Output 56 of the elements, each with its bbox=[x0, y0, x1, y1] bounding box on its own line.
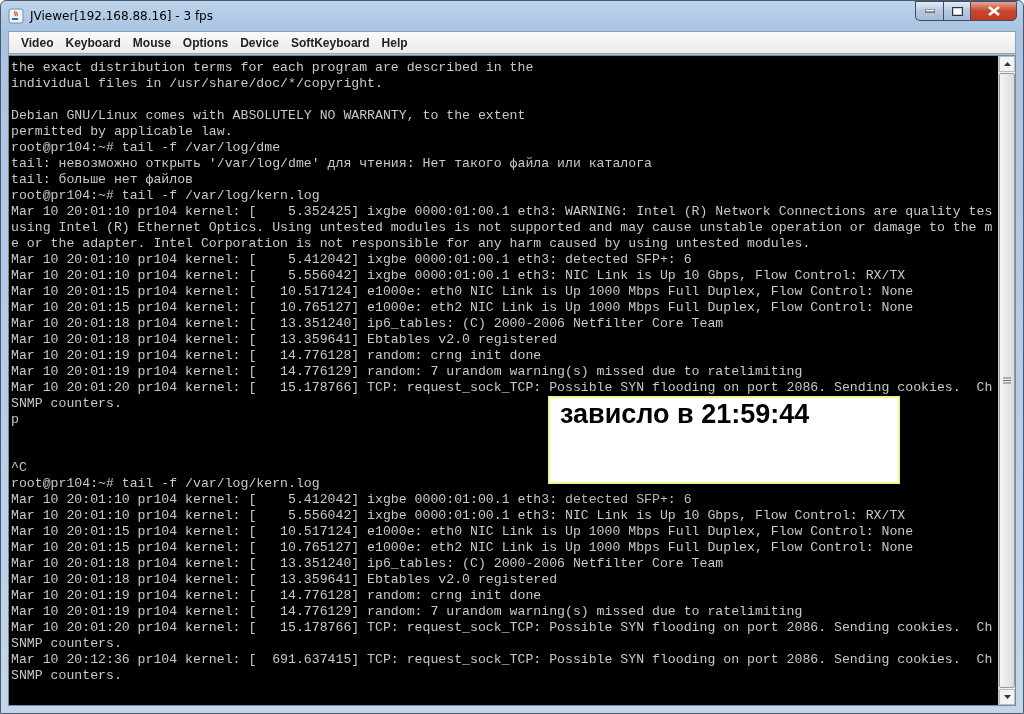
up-arrow-icon bbox=[1003, 62, 1011, 66]
terminal-line: Mar 10 20:01:19 pr104 kernel: [ 14.776128] random: crng init done bbox=[11, 348, 542, 363]
terminal-line: Mar 10 20:01:19 pr104 kernel: [ 14.776129] random: 7 urandom warning(s) missed due to ratelimiting bbox=[11, 364, 803, 379]
terminal-line: tail: больше нет файлов bbox=[11, 172, 194, 187]
terminal-line: permitted by applicable law. bbox=[11, 124, 233, 139]
scroll-up-button[interactable] bbox=[999, 56, 1015, 72]
terminal-line: p bbox=[11, 412, 19, 427]
terminal-line: individual files in /usr/share/doc/*/copyright. bbox=[11, 76, 383, 91]
terminal-line: SNMP counters. bbox=[11, 396, 122, 411]
maximize-icon bbox=[951, 6, 963, 16]
terminal-line: Mar 10 20:01:10 pr104 kernel: [ 5.352425] ixgbe 0000:01:00.1 eth3: WARNING: Intel (R) Network Connections are quality tes bbox=[11, 204, 993, 219]
terminal-line: ^C bbox=[11, 460, 27, 475]
terminal-line: Mar 10 20:01:15 pr104 kernel: [ 10.517124] e1000e: eth0 NIC Link is Up 1000 Mbps Full Duplex, Flow Control: None bbox=[11, 524, 914, 539]
terminal-line: Mar 10 20:01:10 pr104 kernel: [ 5.412042] ixgbe 0000:01:00.1 eth3: detected SFP+: 6 bbox=[11, 492, 692, 507]
terminal-line: Mar 10 20:01:18 pr104 kernel: [ 13.351240] ip6_tables: (C) 2000-2006 Netfilter Core Team bbox=[11, 556, 724, 571]
note-text: зависло в 21:59:44 bbox=[560, 399, 810, 429]
terminal-line: Mar 10 20:01:20 pr104 kernel: [ 15.178766] TCP: request_sock_TCP: Possible SYN flooding on port 2086. Sending cookies. Ch bbox=[11, 380, 993, 395]
terminal-line: using Intel (R) Ethernet Optics. Using untested modules is not supported and may cause unstable operation or damage to the m bbox=[11, 220, 993, 235]
terminal-line: the exact distribution terms for each program are described in the bbox=[11, 60, 534, 75]
menu-item[interactable]: Device bbox=[234, 35, 285, 50]
terminal-line: Mar 10 20:01:15 pr104 kernel: [ 10.765127] e1000e: eth2 NIC Link is Up 1000 Mbps Full Duplex, Flow Control: None bbox=[11, 540, 914, 555]
terminal-line: Mar 10 20:01:15 pr104 kernel: [ 10.517124] e1000e: eth0 NIC Link is Up 1000 Mbps Full Duplex, Flow Control: None bbox=[11, 284, 914, 299]
terminal-line: SNMP counters. bbox=[11, 636, 122, 651]
terminal-line: Mar 10 20:01:19 pr104 kernel: [ 14.776129] random: 7 urandom warning(s) missed due to ratelimiting bbox=[11, 604, 803, 619]
menu-item[interactable]: Mouse bbox=[126, 35, 177, 50]
close-icon bbox=[987, 6, 1000, 16]
terminal-line: Mar 10 20:01:10 pr104 kernel: [ 5.412042] ixgbe 0000:01:00.1 eth3: detected SFP+: 6 bbox=[11, 252, 692, 267]
terminal-line: e or the adapter. Intel Corporation is not responsible for any harm caused by using untested modules. bbox=[11, 236, 811, 251]
menu-item[interactable]: SoftKeyboard bbox=[284, 35, 376, 50]
terminal-line: Mar 10 20:01:18 pr104 kernel: [ 13.359641] Ebtables v2.0 registered bbox=[11, 332, 558, 347]
terminal-line: Mar 10 20:01:10 pr104 kernel: [ 5.556042] ixgbe 0000:01:00.1 eth3: NIC Link is Up 10 Gbps, Flow Control: RX/TX bbox=[11, 508, 906, 523]
menu-item[interactable]: Help bbox=[375, 35, 414, 50]
terminal-line: Mar 10 20:01:18 pr104 kernel: [ 13.351240] ip6_tables: (C) 2000-2006 Netfilter Core Team bbox=[11, 316, 724, 331]
terminal-line: tail: невозможно открыть '/var/log/dme' для чтения: Нет такого файла или каталога bbox=[11, 156, 653, 171]
down-arrow-icon bbox=[1003, 695, 1011, 699]
window-title: JViewer[192.168.88.16] - 3 fps bbox=[30, 9, 213, 23]
terminal-line: root@pr104:~# tail -f /var/log/kern.log bbox=[11, 476, 320, 491]
terminal-line: Mar 10 20:01:19 pr104 kernel: [ 14.776128] random: crng init done bbox=[11, 588, 542, 603]
scroll-down-button[interactable] bbox=[999, 689, 1015, 705]
minimize-button[interactable] bbox=[915, 1, 943, 21]
maximize-button[interactable] bbox=[943, 1, 970, 21]
menu-item[interactable]: Options bbox=[176, 35, 235, 50]
terminal-line: Mar 10 20:01:18 pr104 kernel: [ 13.359641] Ebtables v2.0 registered bbox=[11, 572, 558, 587]
terminal-line: SNMP counters. bbox=[11, 668, 122, 683]
menu-item[interactable]: Video bbox=[15, 35, 60, 50]
terminal-line: Mar 10 20:01:20 pr104 kernel: [ 15.178766] TCP: request_sock_TCP: Possible SYN flooding on port 2086. Sending cookies. Ch bbox=[11, 620, 993, 635]
terminal-line: Mar 10 20:01:10 pr104 kernel: [ 5.556042] ixgbe 0000:01:00.1 eth3: NIC Link is Up 10 Gbps, Flow Control: RX/TX bbox=[11, 268, 906, 283]
close-button[interactable] bbox=[970, 1, 1017, 21]
grip-icon bbox=[1003, 377, 1011, 384]
terminal-line: root@pr104:~# tail -f /var/log/kern.log bbox=[11, 188, 320, 203]
menu-item[interactable]: Keyboard bbox=[59, 35, 127, 50]
terminal-line: Mar 10 20:12:36 pr104 kernel: [ 691.637415] TCP: request_sock_TCP: Possible SYN flooding on port 2086. Sending cookies. Ch bbox=[11, 652, 993, 667]
terminal-line: root@pr104:~# tail -f /var/log/dme bbox=[11, 140, 281, 155]
terminal-line: Debian GNU/Linux comes with ABSOLUTELY NO WARRANTY, to the extent bbox=[11, 108, 526, 123]
terminal-line: Mar 10 20:01:15 pr104 kernel: [ 10.765127] e1000e: eth2 NIC Link is Up 1000 Mbps Full Duplex, Flow Control: None bbox=[11, 300, 914, 315]
minimize-icon bbox=[924, 9, 935, 13]
